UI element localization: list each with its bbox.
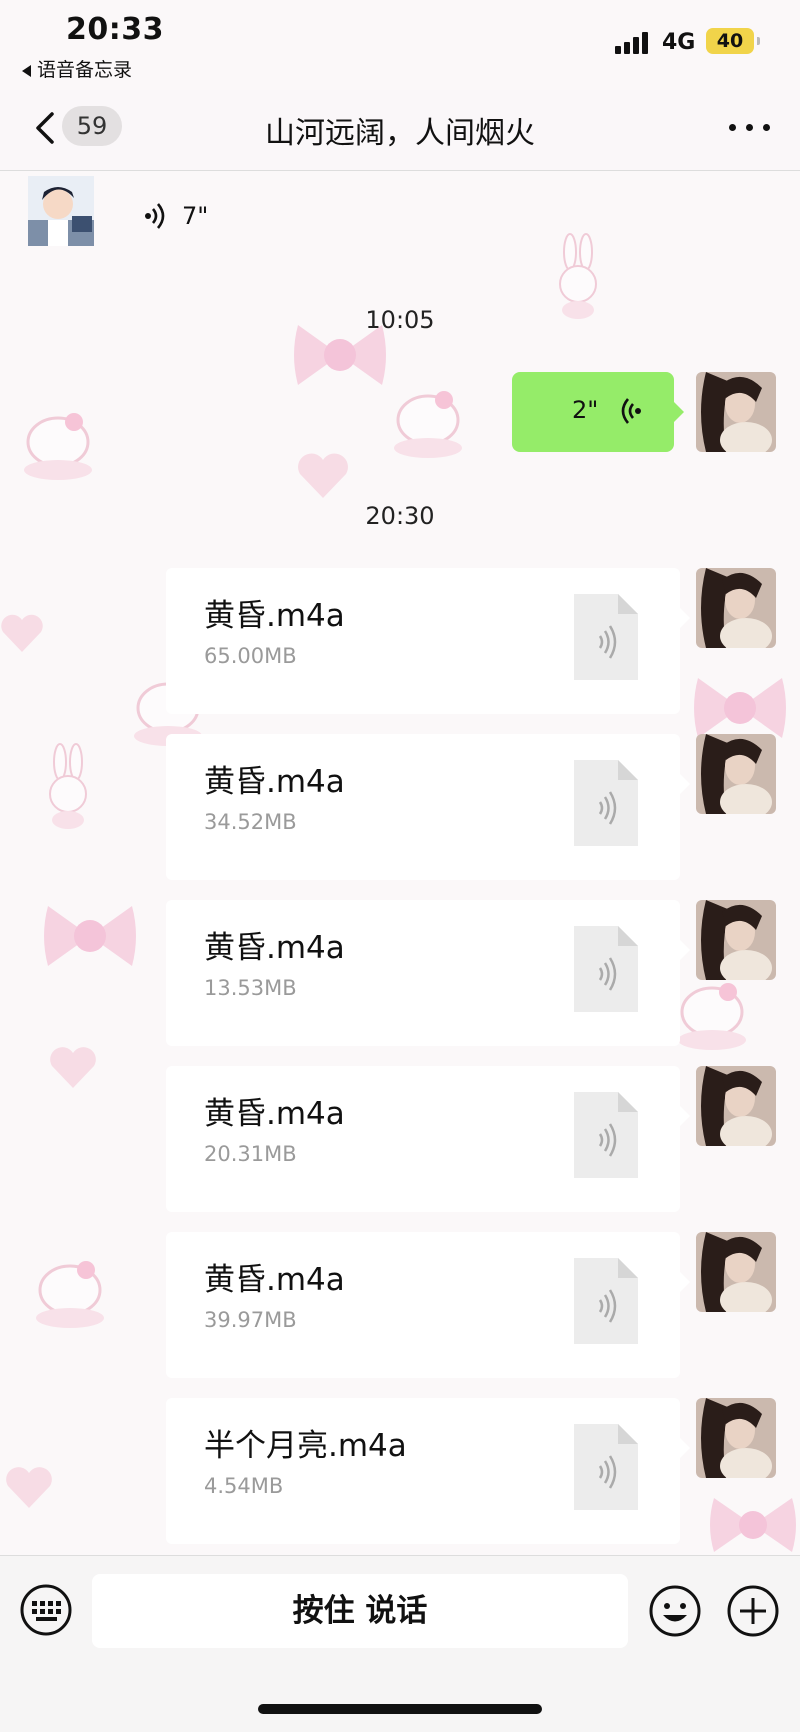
audio-file-icon [574,594,638,680]
kitty-decoration [24,413,92,480]
file-size: 39.97MB [204,1308,297,1332]
file-message[interactable]: 黄昏.m4a 65.00MB [166,568,690,714]
timestamp: 20:30 [365,502,435,530]
my-avatar[interactable] [696,372,776,452]
my-avatar[interactable] [696,1232,776,1312]
file-size: 65.00MB [204,644,297,668]
bow-decoration [44,906,136,966]
file-name: 黄昏.m4a [204,930,345,966]
my-avatar[interactable] [696,1398,776,1478]
back-app-label: 语音备忘录 [37,59,133,81]
my-avatar[interactable] [696,900,776,980]
cellular-signal-icon [615,32,648,54]
voice-duration: 2" [572,396,599,424]
voice-wave-icon [145,203,165,229]
back-to-app-link[interactable]: 语音备忘录 [22,55,132,82]
file-size: 13.53MB [204,976,297,1000]
chat-title: 山河远阔，人间烟火 [265,116,535,151]
battery-icon: 40 [706,28,760,54]
file-message[interactable]: 黄昏.m4a 13.53MB [166,900,690,1046]
user-photo-avatar-image [696,1398,776,1478]
cartoon-doctor-avatar-image [28,176,94,246]
incoming-voice-message[interactable]: 7" [140,186,208,246]
home-indicator[interactable] [258,1704,542,1714]
input-bar: 按住 说话 [0,1555,800,1732]
back-triangle-icon [22,64,31,77]
audio-file-icon [574,1258,638,1344]
my-avatar[interactable] [696,568,776,648]
hold-to-talk-button[interactable]: 按住 说话 [92,1574,628,1648]
file-name: 黄昏.m4a [204,764,345,800]
file-name: 黄昏.m4a [204,598,345,634]
user-photo-avatar-image [696,900,776,980]
more-options-icon[interactable] [725,112,775,142]
kitty-decoration [678,983,746,1050]
file-size: 34.52MB [204,810,297,834]
bunny-decoration [49,743,87,829]
user-photo-avatar-image [696,1066,776,1146]
file-message[interactable]: 黄昏.m4a 39.97MB [166,1232,690,1378]
bow-decoration [710,1498,796,1552]
user-photo-avatar-image [696,734,776,814]
my-avatar[interactable] [696,734,776,814]
voice-duration: 7" [182,202,209,230]
my-avatar[interactable] [696,1066,776,1146]
plus-icon[interactable] [726,1584,780,1638]
chat-header: 59 山河远阔，人间烟火 [0,90,800,171]
voice-wave-icon [621,398,641,424]
user-photo-avatar-image [696,568,776,648]
file-message[interactable]: 黄昏.m4a 34.52MB [166,734,690,880]
audio-file-icon [574,1092,638,1178]
keyboard-icon[interactable] [20,1584,72,1636]
user-photo-avatar-image [696,372,776,452]
network-type: 4G [662,30,696,55]
timestamp: 10:05 [365,306,435,334]
heart-decoration [6,1467,52,1508]
audio-file-icon [574,760,638,846]
file-name: 黄昏.m4a [204,1262,345,1298]
user-photo-avatar-image [696,1232,776,1312]
file-message[interactable]: 半个月亮.m4a 4.54MB [166,1398,690,1544]
file-name: 黄昏.m4a [204,1096,345,1132]
outgoing-voice-message[interactable]: 2" [512,372,684,452]
file-size: 20.31MB [204,1142,297,1166]
kitty-decoration [394,391,462,458]
heart-decoration [1,614,43,652]
file-size: 4.54MB [204,1474,284,1498]
emoji-icon[interactable] [648,1584,702,1638]
kitty-decoration [36,1261,104,1328]
audio-file-icon [574,1424,638,1510]
status-time: 20:33 [66,12,164,47]
audio-file-icon [574,926,638,1012]
heart-decoration [50,1047,96,1088]
heart-decoration [298,453,348,498]
file-message[interactable]: 黄昏.m4a 20.31MB [166,1066,690,1212]
contact-avatar[interactable] [28,176,94,246]
file-name: 半个月亮.m4a [204,1428,407,1464]
status-bar: 20:33 语音备忘录 4G 40 [0,0,800,90]
